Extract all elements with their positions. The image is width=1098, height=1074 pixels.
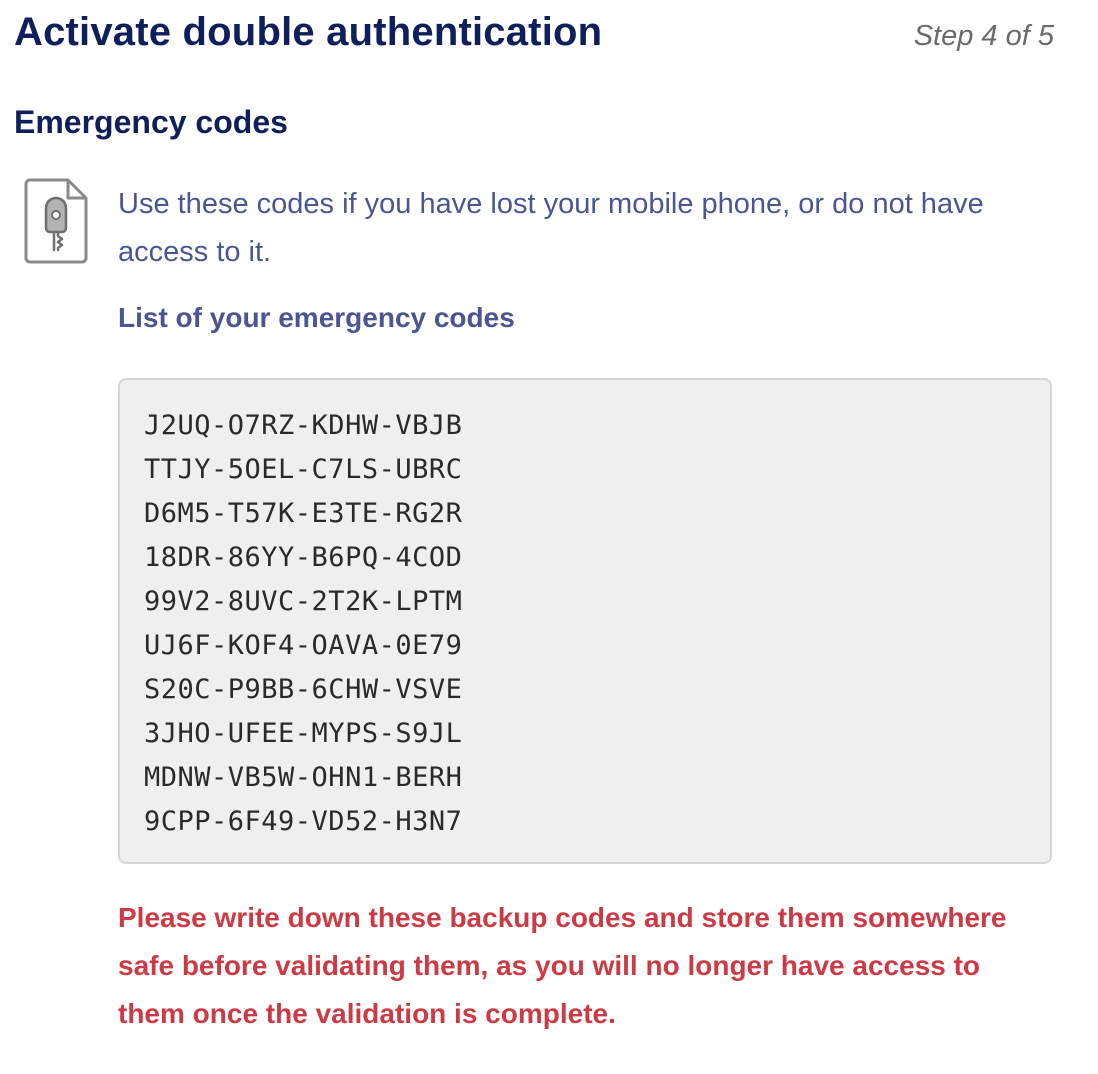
code-item: TTJY-5OEL-C7LS-UBRC <box>144 454 463 485</box>
code-item: 9CPP-6F49-VD52-H3N7 <box>144 806 463 837</box>
code-item: UJ6F-KOF4-OAVA-0E79 <box>144 630 463 661</box>
code-item: 3JHO-UFEE-MYPS-S9JL <box>144 718 463 749</box>
codes-list: J2UQ-O7RZ-KDHW-VBJB TTJY-5OEL-C7LS-UBRC … <box>144 404 1050 844</box>
code-item: 99V2-8UVC-2T2K-LPTM <box>144 586 463 617</box>
code-item: MDNW-VB5W-OHN1-BERH <box>144 762 463 793</box>
document-key-icon <box>24 178 88 264</box>
code-item: J2UQ-O7RZ-KDHW-VBJB <box>144 410 463 441</box>
warning-message: Please write down these backup codes and… <box>118 902 1007 1029</box>
step-indicator: Step 4 of 5 <box>913 20 1054 52</box>
codes-heading: List of your emergency codes <box>118 302 515 333</box>
codes-box: J2UQ-O7RZ-KDHW-VBJB TTJY-5OEL-C7LS-UBRC … <box>118 378 1052 864</box>
code-item: S20C-P9BB-6CHW-VSVE <box>144 674 463 705</box>
section-title: Emergency codes <box>14 104 288 140</box>
code-item: D6M5-T57K-E3TE-RG2R <box>144 498 463 529</box>
intro-description: Use these codes if you have lost your mo… <box>118 188 984 268</box>
code-item: 18DR-86YY-B6PQ-4COD <box>144 542 463 573</box>
page-title: Activate double authentication <box>14 10 603 54</box>
